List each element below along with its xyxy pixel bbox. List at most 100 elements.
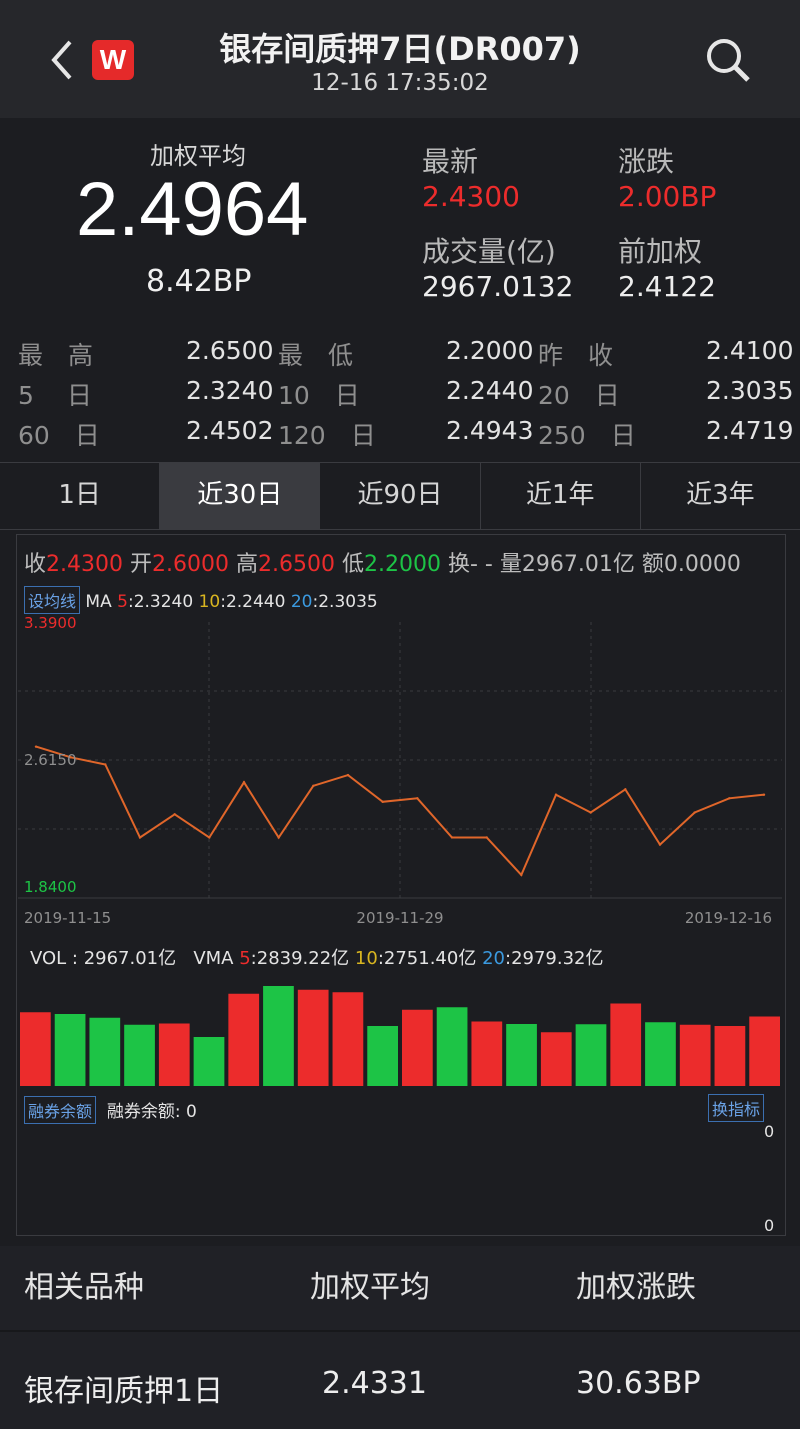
change-label: 涨跌 xyxy=(618,145,675,178)
related-col-name: 相关品种 xyxy=(24,1270,144,1305)
price-point xyxy=(520,873,523,877)
price-point xyxy=(346,773,350,777)
price-point xyxy=(554,793,558,796)
margin-balance-text: 融券余额: 0 xyxy=(106,1102,197,1122)
ohlc-amount: 额0.0000 xyxy=(641,552,741,577)
volume-bar xyxy=(228,993,260,1086)
related-row-name[interactable]: 银存间质押1日 xyxy=(24,1366,223,1410)
stat-ma60-value: 2.4502 xyxy=(186,416,274,445)
stat-high-value: 2.6500 xyxy=(186,336,274,365)
margin-balance-button[interactable]: 融券余额 xyxy=(24,1096,97,1124)
stat-ma10: 10 日 xyxy=(278,381,360,410)
divider xyxy=(0,1330,800,1332)
tab-1-year[interactable]: 近1年 xyxy=(481,463,641,529)
price-point xyxy=(277,836,280,839)
price-point xyxy=(208,836,211,839)
ma-row: 设均线 MA 5:2.3240 10:2.2440 20:2.3035 xyxy=(24,586,378,614)
timestamp: 12-16 17:35:02 xyxy=(311,70,489,96)
volume-value: 2967.0132 xyxy=(422,270,574,303)
prev-weighted-value: 2.4122 xyxy=(618,270,716,303)
volume-bar xyxy=(749,1016,780,1086)
stat-high: 最 高 xyxy=(18,341,94,370)
volume-bar xyxy=(610,1003,642,1086)
vma10-value: 2751.40亿 xyxy=(383,948,477,969)
search-button[interactable] xyxy=(700,34,756,86)
stat-ma250-value: 2.4719 xyxy=(706,416,794,445)
stat-ma5: 5 日 xyxy=(18,381,92,410)
volume-bar-chart xyxy=(20,986,780,1086)
related-col-avg: 加权平均 xyxy=(310,1270,430,1305)
period-tabs: 1日 近30日 近90日 近1年 近3年 xyxy=(0,462,800,530)
related-col-change: 加权涨跌 xyxy=(576,1270,696,1305)
price-point xyxy=(624,788,627,791)
volume-bar xyxy=(263,986,294,1086)
ohlc-open: 2.6000 xyxy=(152,552,229,577)
ohlc-close: 2.4300 xyxy=(46,552,123,577)
y-tick-label: 3.3900 xyxy=(24,614,77,632)
latest-value: 2.4300 xyxy=(422,180,520,213)
volume-bar xyxy=(471,1021,503,1086)
weighted-avg-value: 2.4964 xyxy=(76,167,309,252)
volume-bar xyxy=(679,1024,711,1086)
switch-indicator-wrap: 换指标 xyxy=(708,1094,765,1122)
volume-bar xyxy=(89,1017,121,1086)
volume-bar xyxy=(645,1022,676,1086)
stat-ma5-value: 2.3240 xyxy=(186,376,274,405)
price-point xyxy=(416,797,419,800)
vma20-value: 2979.32亿 xyxy=(511,948,604,969)
stat-low-value: 2.2000 xyxy=(446,336,534,365)
switch-indicator-button[interactable]: 换指标 xyxy=(708,1094,765,1122)
volume-bar xyxy=(402,1009,433,1086)
ohlc-high: 2.6500 xyxy=(258,552,335,577)
stat-ma250: 250 日 xyxy=(538,421,636,450)
tab-30-days[interactable]: 近30日 xyxy=(160,463,321,529)
volume-bar xyxy=(158,1023,190,1086)
ohlc-low: 2.2000 xyxy=(364,552,441,577)
back-button[interactable] xyxy=(44,36,84,84)
stat-prev-close-value: 2.4100 xyxy=(706,336,794,365)
price-point xyxy=(381,800,384,804)
tab-3-years[interactable]: 近3年 xyxy=(641,463,800,529)
volume-bar xyxy=(124,1024,155,1086)
related-row-change: 30.63BP xyxy=(576,1366,701,1401)
price-point xyxy=(242,781,246,784)
app-logo[interactable]: W xyxy=(92,40,134,80)
volume-bar xyxy=(332,992,364,1086)
price-point xyxy=(589,811,592,814)
ma5-value: 2.3240 xyxy=(133,592,194,612)
tab-90-days[interactable]: 近90日 xyxy=(320,463,481,529)
stat-ma20-value: 2.3035 xyxy=(706,376,794,405)
price-point xyxy=(104,763,107,766)
volume-bar xyxy=(714,1026,746,1086)
stat-ma10-value: 2.2440 xyxy=(446,376,534,405)
volume-label: 成交量(亿) xyxy=(422,235,556,268)
vol-row: VOL : 2967.01亿 VMA 5:2839.22亿 10:2751.40… xyxy=(30,948,604,969)
search-icon xyxy=(707,39,750,82)
stat-prev-close: 昨 收 xyxy=(538,341,614,370)
price-point xyxy=(485,836,488,839)
price-line-chart: 3.3900 2.6150 1.8400 2019-11-15 2019-11-29 20… xyxy=(18,614,782,927)
margin-row: 融券余额 融券余额: 0 xyxy=(24,1096,197,1124)
price-point xyxy=(312,784,315,788)
volume-bar xyxy=(20,1012,51,1086)
price-point xyxy=(728,797,731,800)
stat-ma20: 20 日 xyxy=(538,381,620,410)
stat-ma120: 120 日 xyxy=(278,421,376,450)
volume-bar xyxy=(193,1037,225,1086)
y-tick-label: 2.6150 xyxy=(24,751,77,769)
ohlc-row: 收2.4300 开2.6000 高2.6500 低2.2000 换- - 量29… xyxy=(24,552,741,577)
tab-1-day[interactable]: 1日 xyxy=(0,463,161,529)
y-tick-label: 1.8400 xyxy=(24,878,77,896)
margin-axis-bottom: 0 xyxy=(764,1216,775,1235)
x-tick-label: 2019-11-15 xyxy=(24,909,111,927)
x-tick-label: 2019-11-29 xyxy=(356,909,443,927)
change-value: 2.00BP xyxy=(618,180,717,213)
volume-bar xyxy=(297,989,329,1086)
price-point xyxy=(450,836,454,839)
ohlc-turnover: 换- - xyxy=(448,552,493,577)
price-point xyxy=(138,836,142,839)
price-point xyxy=(693,811,696,814)
ma10-value: 2.2440 xyxy=(225,592,286,612)
set-ma-button[interactable]: 设均线 xyxy=(24,586,81,614)
ohlc-volume: 量2967.01亿 xyxy=(499,552,635,577)
